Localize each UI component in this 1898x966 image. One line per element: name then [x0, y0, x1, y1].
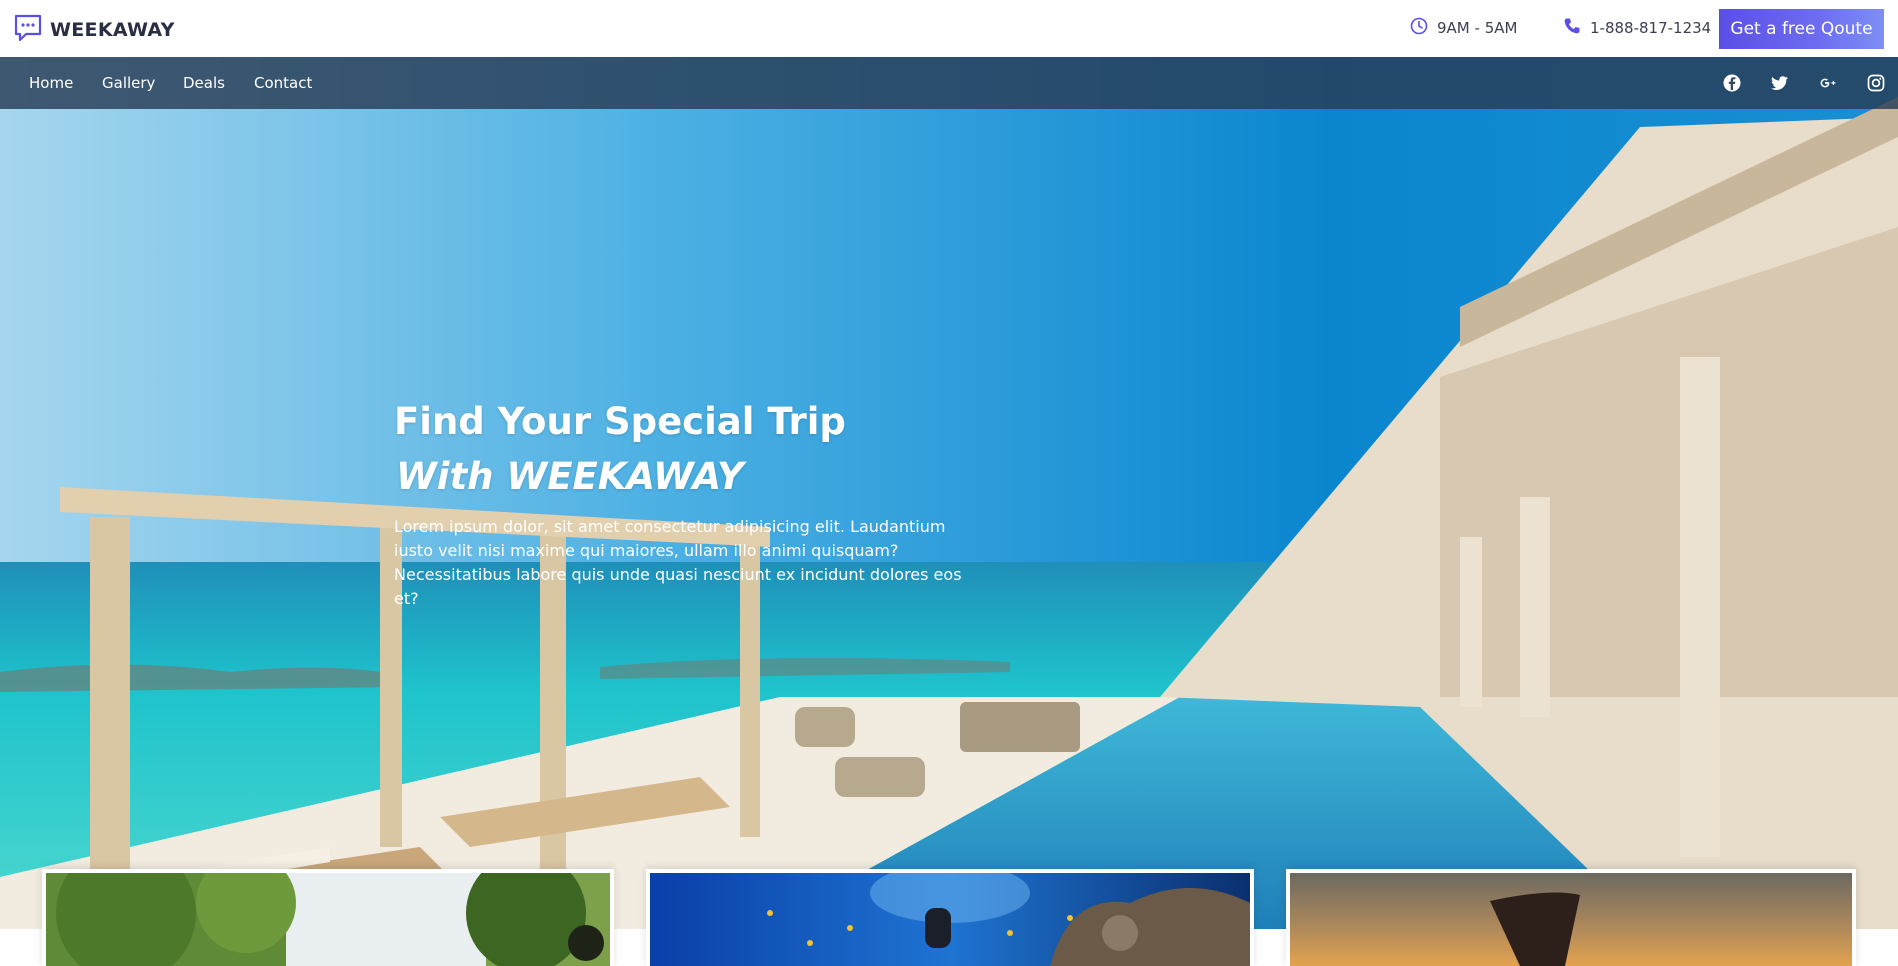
- hero-background-image: [0, 57, 1898, 929]
- nav-home[interactable]: Home: [29, 74, 73, 92]
- twitter-icon[interactable]: [1770, 73, 1790, 93]
- main-navigation: Home Gallery Deals Contact: [0, 57, 1898, 109]
- chat-bubble-icon: [12, 12, 44, 48]
- top-header: WEEKAWAY 9AM - 5AM 1-888-817-1234 Get a …: [0, 0, 1898, 57]
- facebook-icon[interactable]: [1722, 73, 1742, 93]
- business-hours: 9AM - 5AM: [1410, 17, 1517, 39]
- phone-number[interactable]: 1-888-817-1234: [1563, 17, 1711, 39]
- card-park[interactable]: [42, 869, 614, 966]
- brand-logo[interactable]: WEEKAWAY: [12, 12, 175, 48]
- hero-subtitle: With WEEKAWAY: [396, 455, 744, 498]
- phone-icon: [1563, 17, 1581, 39]
- scuba-diving-image: [650, 873, 1250, 966]
- instagram-icon[interactable]: [1866, 73, 1886, 93]
- brand-name: WEEKAWAY: [50, 19, 175, 41]
- hero-description: Lorem ipsum dolor, sit amet consectetur …: [394, 517, 962, 608]
- hero-section: [0, 57, 1898, 929]
- card-sunset[interactable]: [1286, 869, 1856, 966]
- park-trees-image: [46, 873, 610, 966]
- nav-deals[interactable]: Deals: [183, 74, 225, 92]
- google-plus-icon[interactable]: [1818, 73, 1838, 93]
- hours-text: 9AM - 5AM: [1437, 19, 1518, 37]
- hero-title: Find Your Special Trip: [394, 400, 846, 443]
- free-quote-button[interactable]: Get a free Qoute: [1719, 9, 1884, 49]
- card-diving[interactable]: [646, 869, 1254, 966]
- phone-text: 1-888-817-1234: [1590, 19, 1712, 37]
- sunset-monument-image: [1290, 873, 1852, 966]
- nav-contact[interactable]: Contact: [254, 74, 312, 92]
- clock-icon: [1410, 17, 1428, 39]
- nav-gallery[interactable]: Gallery: [102, 74, 155, 92]
